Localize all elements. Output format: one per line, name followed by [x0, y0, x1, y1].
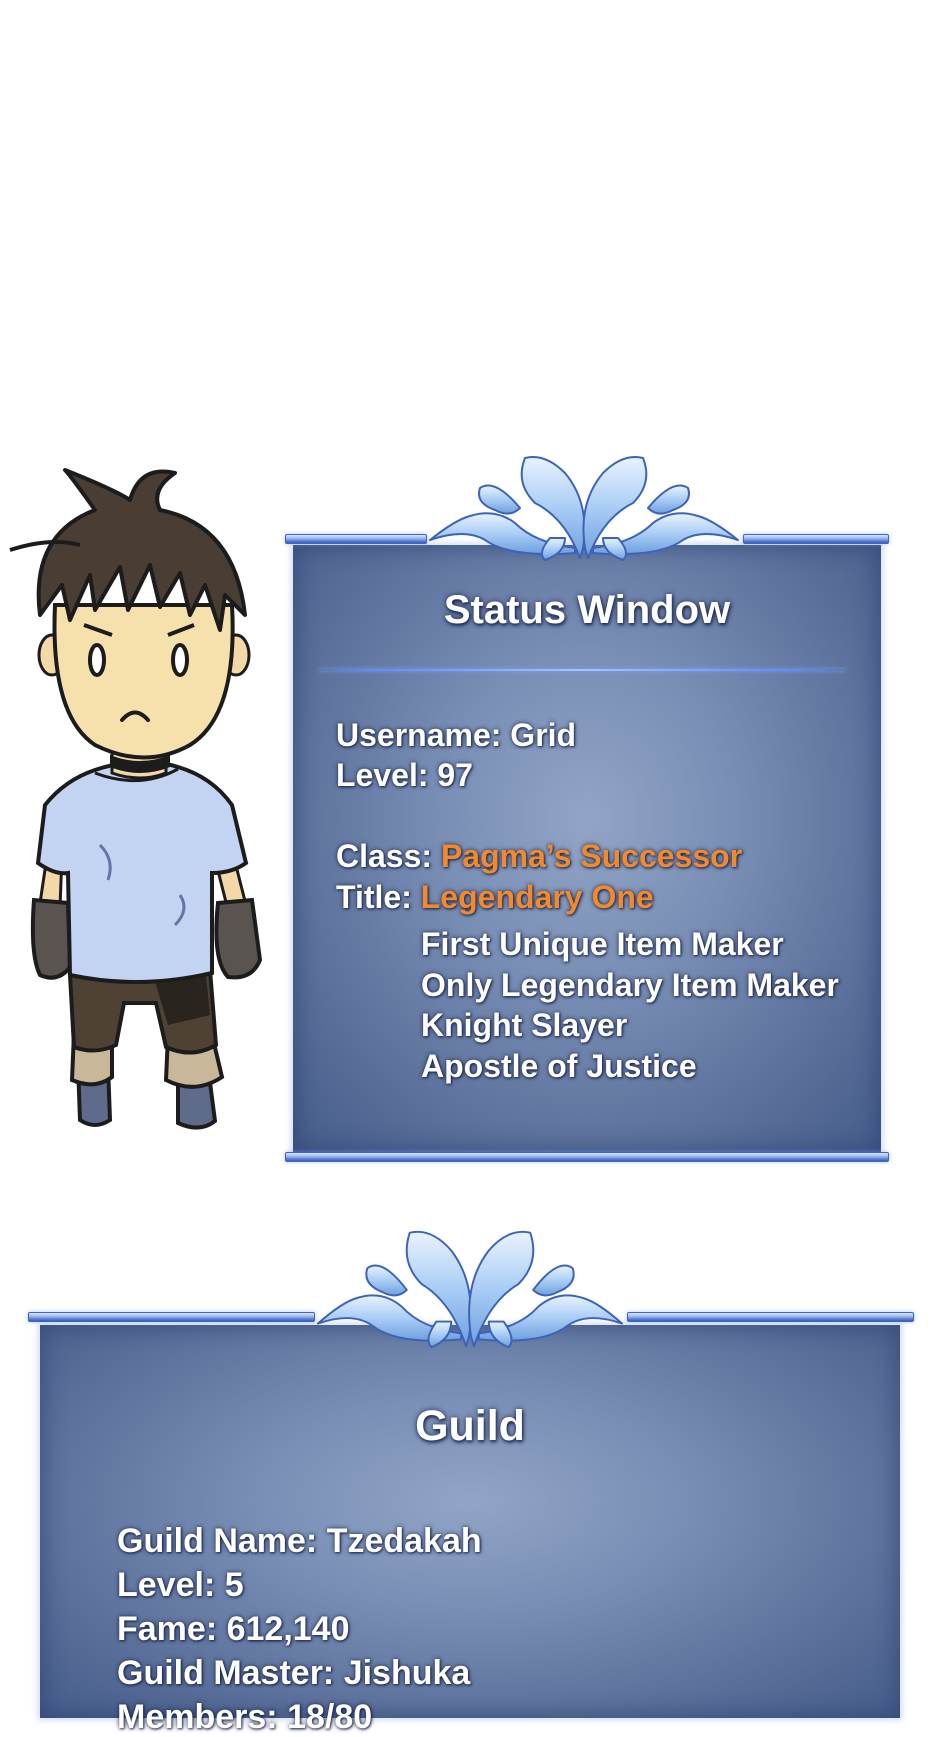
character-portrait: [9, 468, 263, 1130]
guild-window-title: Guild: [415, 1402, 525, 1450]
class-label: Class:: [336, 838, 441, 874]
class-row: Class: Pagma’s Successor: [336, 838, 742, 875]
guild-name-value: Tzedakah: [326, 1522, 482, 1560]
title-label: Title:: [336, 879, 421, 915]
status-window-bottom-rail: [285, 1152, 889, 1162]
username-label: Username:: [336, 717, 511, 753]
guild-master-row: Guild Master: Jishuka: [117, 1654, 470, 1693]
guild-name-label: Guild Name:: [117, 1522, 327, 1560]
guild-master-value: Jishuka: [343, 1654, 471, 1692]
sub-title-item: First Unique Item Maker: [421, 926, 784, 962]
guild-members-value: 18/80: [287, 1698, 373, 1736]
status-window-top-rail-right: [743, 534, 889, 544]
username-value: Grid: [510, 717, 577, 753]
level-row: Level: 97: [336, 757, 473, 794]
guild-master-label: Guild Master:: [117, 1654, 344, 1692]
guild-fame-row: Fame: 612,140: [117, 1610, 350, 1649]
title-value: Legendary One: [420, 879, 654, 915]
guild-window-top-rail-left: [28, 1312, 315, 1322]
guild-window-top-rail-right: [627, 1312, 914, 1322]
level-value: 97: [437, 757, 473, 793]
guild-level-value: 5: [224, 1566, 244, 1604]
status-window-top-rail-left: [285, 534, 427, 544]
sub-title-item: Only Legendary Item Maker: [421, 967, 839, 1003]
wing-crest-icon: [429, 456, 739, 561]
guild-members-label: Members:: [117, 1698, 288, 1736]
status-window-divider: [318, 669, 846, 671]
wing-crest-icon: [316, 1230, 624, 1349]
username-row: Username: Grid: [336, 717, 576, 754]
guild-level-row: Level: 5: [117, 1566, 244, 1605]
guild-fame-value: 612,140: [226, 1610, 350, 1648]
guild-fame-label: Fame:: [117, 1610, 227, 1648]
guild-level-label: Level:: [117, 1566, 225, 1604]
sub-title-item: Apostle of Justice: [421, 1048, 697, 1084]
level-label: Level:: [336, 757, 438, 793]
class-value: Pagma’s Successor: [440, 838, 743, 874]
title-row: Title: Legendary One: [336, 879, 654, 916]
status-window-title: Status Window: [443, 588, 731, 632]
guild-name-row: Guild Name: Tzedakah: [117, 1522, 482, 1561]
sub-title-item: Knight Slayer: [421, 1007, 628, 1043]
